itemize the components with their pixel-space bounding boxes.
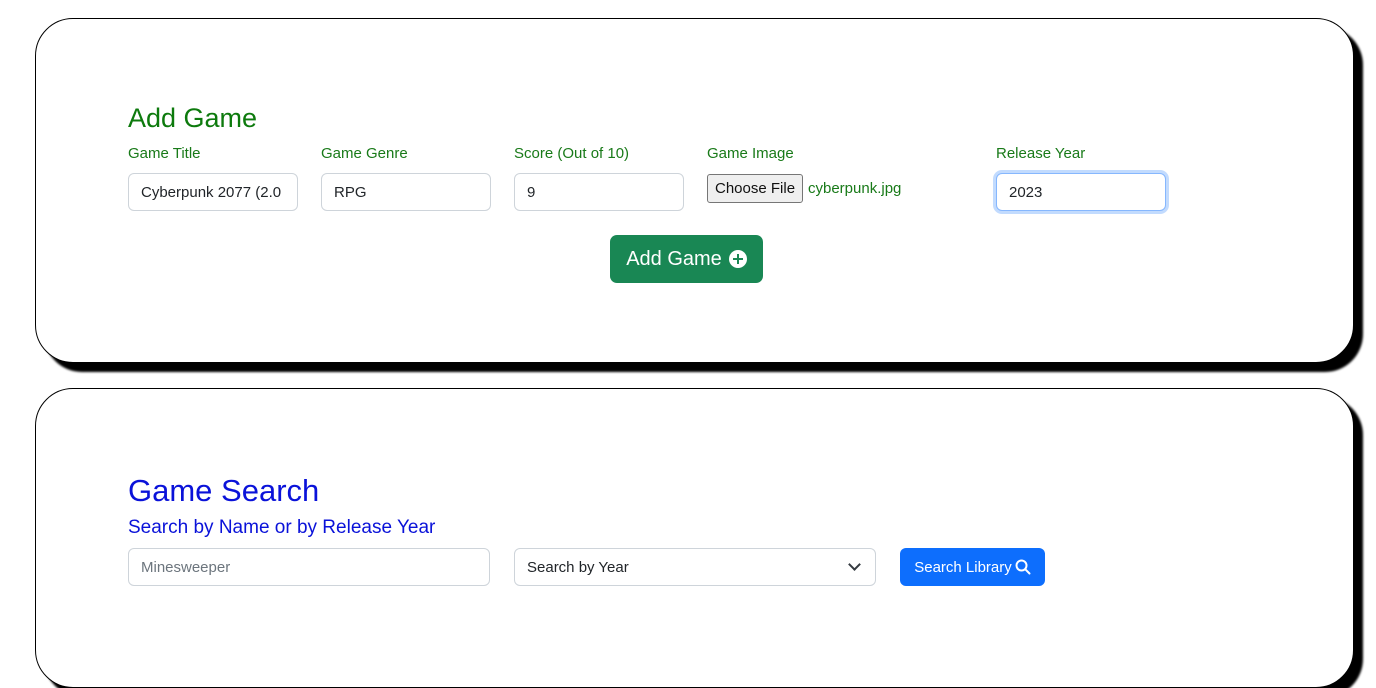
- game-search-subtitle: Search by Name or by Release Year: [128, 517, 436, 538]
- game-title-label: Game Title: [128, 145, 201, 162]
- game-search-heading: Game Search: [128, 473, 320, 508]
- search-library-button[interactable]: Search Library: [900, 548, 1045, 586]
- search-year-select[interactable]: Search by Year: [514, 548, 876, 586]
- add-game-heading: Add Game: [128, 103, 258, 133]
- add-game-button-label: Add Game: [626, 247, 722, 270]
- release-year-input[interactable]: [996, 173, 1166, 211]
- selected-file-name: cyberpunk.jpg: [808, 180, 902, 197]
- game-search-panel: Game Search Search by Name or by Release…: [35, 388, 1354, 688]
- plus-circle-icon: [728, 250, 747, 268]
- game-title-input[interactable]: [128, 173, 298, 211]
- add-game-panel: Add Game Game Title Game Genre Score (Ou…: [35, 18, 1354, 363]
- search-library-button-label: Search Library: [914, 558, 1012, 576]
- search-year-select-value: Search by Year: [527, 558, 629, 576]
- game-genre-input[interactable]: [321, 173, 491, 211]
- choose-file-button[interactable]: Choose File: [707, 174, 804, 203]
- release-year-label: Release Year: [996, 145, 1086, 162]
- search-name-input[interactable]: [128, 548, 490, 586]
- add-game-button[interactable]: Add Game: [610, 235, 763, 283]
- game-genre-label: Game Genre: [321, 145, 408, 162]
- game-image-label: Game Image: [707, 145, 794, 162]
- score-label: Score (Out of 10): [514, 145, 630, 162]
- score-input[interactable]: [514, 173, 684, 211]
- chevron-down-icon: [848, 558, 861, 571]
- search-icon: [1015, 559, 1031, 575]
